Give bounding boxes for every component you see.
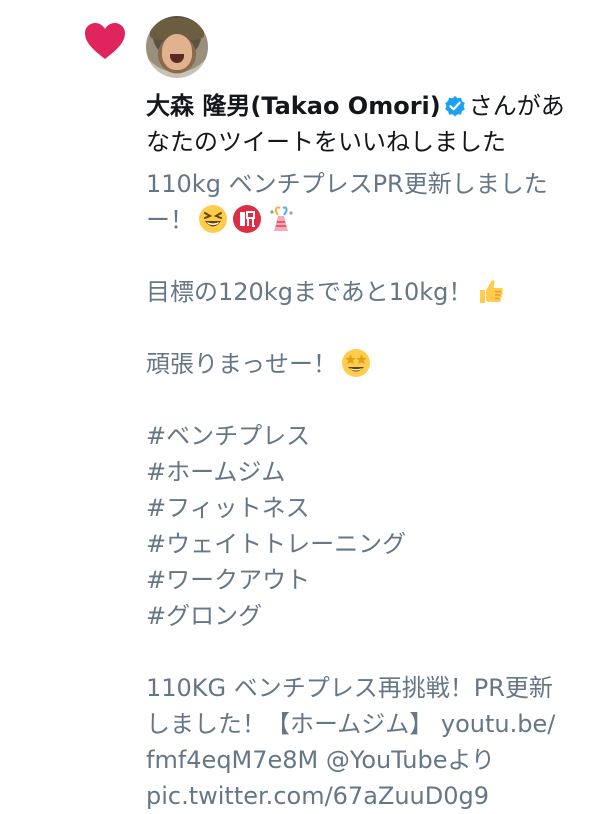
hashtag-link[interactable]: #ホームジム (146, 454, 596, 490)
liker-name[interactable]: 大森 隆男(Takao Omori) (146, 92, 441, 120)
verified-badge-icon (444, 96, 465, 117)
tweet-text[interactable]: 110kg ベンチプレスPR更新しました ー！ 目標の120kgまであと10kg… (146, 166, 596, 814)
tweet-line: しました！【ホームジム】 youtu.be/ (146, 710, 556, 738)
hashtag-link[interactable]: #フィットネス (146, 490, 596, 526)
tweet-line: 110kg ベンチプレスPR更新しました (146, 170, 548, 198)
action-text-continued: なたのツイートをいいねしました (146, 128, 506, 156)
tweet-line: 110KG ベンチプレス再挑戦！PR更新 (146, 674, 553, 702)
action-text: さんがあ (468, 92, 565, 120)
hashtag-link[interactable]: #グロング (146, 598, 596, 634)
grinning-squinting-face-icon (199, 205, 227, 233)
tweet-line: fmf4eqM7e8M @YouTubeより (146, 746, 496, 774)
tweet-line: 目標の120kgまであと10kg！ (146, 278, 473, 306)
thumbs-up-icon (480, 280, 504, 303)
heart-icon (85, 23, 125, 59)
tweet-line: 頑張りまっせー！ (146, 350, 338, 378)
star-struck-face-icon (342, 349, 371, 377)
hashtag-link[interactable]: #ベンチプレス (146, 418, 596, 454)
like-notification[interactable]: 大森 隆男(Takao Omori) さんがあ なたのツイートをいいねしました … (0, 0, 612, 810)
notification-text: 大森 隆男(Takao Omori) さんがあ なたのツイートをいいねしました (146, 88, 596, 160)
tweet-line: ー！ (146, 206, 194, 234)
congratulations-icon (233, 205, 261, 233)
hashtag-link[interactable]: #ウェイトトレーニング (146, 526, 596, 562)
party-popper-icon (270, 206, 293, 231)
avatar[interactable] (146, 16, 208, 78)
hashtag-link[interactable]: #ワークアウト (146, 562, 596, 598)
